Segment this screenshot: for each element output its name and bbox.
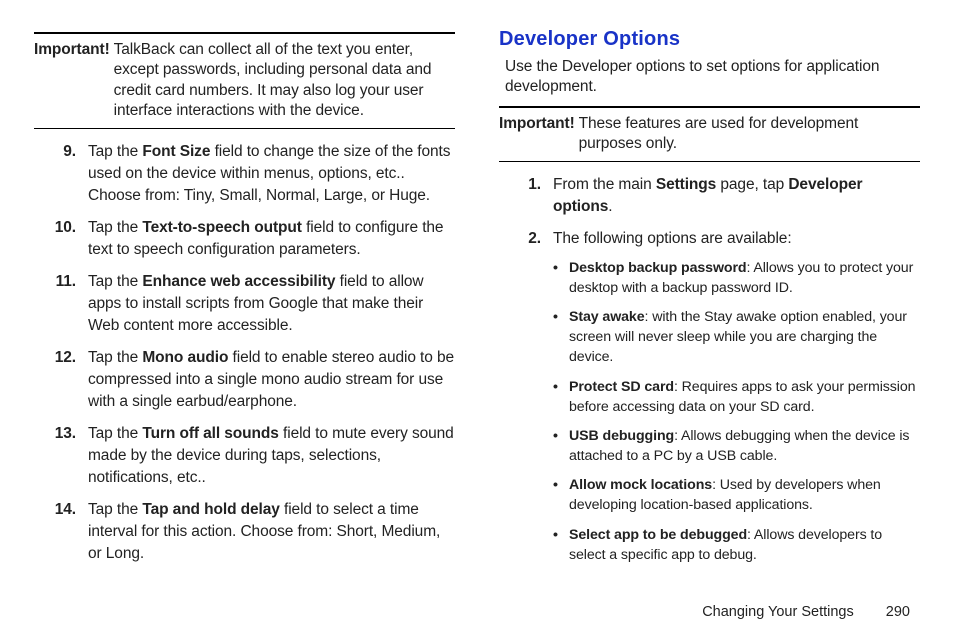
step-item: 2.The following options are available:•D… — [499, 228, 920, 574]
callout-lead: Important! — [34, 40, 110, 122]
left-column: Important! TalkBack can collect all of t… — [34, 24, 477, 618]
bullet-body: Stay awake: with the Stay awake option e… — [569, 307, 920, 367]
step-bold-term: Font Size — [142, 143, 210, 160]
step-body: The following options are available:•Des… — [553, 228, 920, 574]
bullet-item: •Protect SD card: Requires apps to ask y… — [553, 377, 920, 417]
callout-lead: Important! — [499, 114, 575, 155]
bullet-dot: • — [553, 426, 569, 466]
step-number: 2. — [499, 228, 553, 574]
rule-top — [34, 32, 455, 34]
bullet-dot: • — [553, 307, 569, 367]
bullet-body: Select app to be debugged: Allows develo… — [569, 525, 920, 565]
bullet-list: •Desktop backup password: Allows you to … — [553, 258, 920, 565]
bullet-term: Desktop backup password — [569, 260, 746, 276]
section-heading: Developer Options — [499, 28, 920, 51]
bullet-item: •Stay awake: with the Stay awake option … — [553, 307, 920, 367]
step-item: 13.Tap the Turn off all sounds field to … — [34, 423, 455, 489]
footer-page: 290 — [886, 604, 910, 620]
page-footer: Changing Your Settings 290 — [702, 604, 910, 620]
step-bold-term: Turn off all sounds — [142, 425, 278, 442]
step-number: 13. — [34, 423, 88, 489]
rule-top-right — [499, 106, 920, 108]
step-body: Tap the Text-to-speech output field to c… — [88, 217, 455, 261]
step-bold-term: Mono audio — [142, 349, 228, 366]
callout-dev: Important! These features are used for d… — [499, 114, 920, 155]
bullet-body: Desktop backup password: Allows you to p… — [569, 258, 920, 298]
bullet-item: •Select app to be debugged: Allows devel… — [553, 525, 920, 565]
step-body: Tap the Font Size field to change the si… — [88, 141, 455, 207]
bullet-term: Select app to be debugged — [569, 527, 747, 543]
step-item: 12.Tap the Mono audio field to enable st… — [34, 347, 455, 413]
step-item: 10.Tap the Text-to-speech output field t… — [34, 217, 455, 261]
bullet-term: Protect SD card — [569, 379, 674, 395]
step-item: 1.From the main Settings page, tap Devel… — [499, 174, 920, 218]
section-intro: Use the Developer options to set options… — [505, 57, 914, 98]
callout-talkback: Important! TalkBack can collect all of t… — [34, 40, 455, 122]
bullet-body: USB debugging: Allows debugging when the… — [569, 426, 920, 466]
steps-list-right: 1.From the main Settings page, tap Devel… — [499, 174, 920, 574]
step-bold-term: Enhance web accessibility — [142, 273, 335, 290]
step-bold-term: Text-to-speech output — [142, 219, 302, 236]
bullet-dot: • — [553, 475, 569, 515]
bullet-term: Stay awake — [569, 309, 645, 325]
step-text: From the main Settings page, tap Develop… — [553, 176, 862, 215]
step-body: Tap the Turn off all sounds field to mut… — [88, 423, 455, 489]
step-body: Tap the Mono audio field to enable stere… — [88, 347, 455, 413]
step-number: 11. — [34, 271, 88, 337]
bullet-item: •USB debugging: Allows debugging when th… — [553, 426, 920, 466]
bullet-body: Allow mock locations: Used by developers… — [569, 475, 920, 515]
step-body: Tap the Tap and hold delay field to sele… — [88, 499, 455, 565]
bullet-body: Protect SD card: Requires apps to ask yo… — [569, 377, 920, 417]
step-item: 14.Tap the Tap and hold delay field to s… — [34, 499, 455, 565]
step-number: 14. — [34, 499, 88, 565]
step-body: Tap the Enhance web accessibility field … — [88, 271, 455, 337]
step-number: 9. — [34, 141, 88, 207]
bullet-term: Allow mock locations — [569, 477, 712, 493]
step-number: 12. — [34, 347, 88, 413]
steps-list-left: 9.Tap the Font Size field to change the … — [34, 141, 455, 565]
step-item: 11.Tap the Enhance web accessibility fie… — [34, 271, 455, 337]
rule-bottom-right — [499, 161, 920, 162]
callout-body: TalkBack can collect all of the text you… — [110, 40, 453, 122]
step-item: 9.Tap the Font Size field to change the … — [34, 141, 455, 207]
bullet-item: •Allow mock locations: Used by developer… — [553, 475, 920, 515]
bullet-item: •Desktop backup password: Allows you to … — [553, 258, 920, 298]
rule-bottom — [34, 128, 455, 129]
bullet-dot: • — [553, 258, 569, 298]
bullet-term: USB debugging — [569, 428, 674, 444]
bullet-dot: • — [553, 377, 569, 417]
step-bold-term: Settings — [656, 176, 716, 193]
footer-section: Changing Your Settings — [702, 604, 854, 620]
step-body: From the main Settings page, tap Develop… — [553, 174, 920, 218]
callout-body: These features are used for development … — [575, 114, 918, 155]
step-bold-term: Tap and hold delay — [142, 501, 279, 518]
bullet-dot: • — [553, 525, 569, 565]
right-column: Developer Options Use the Developer opti… — [477, 24, 920, 618]
step-number: 10. — [34, 217, 88, 261]
step-text: The following options are available: — [553, 230, 792, 247]
step-number: 1. — [499, 174, 553, 218]
